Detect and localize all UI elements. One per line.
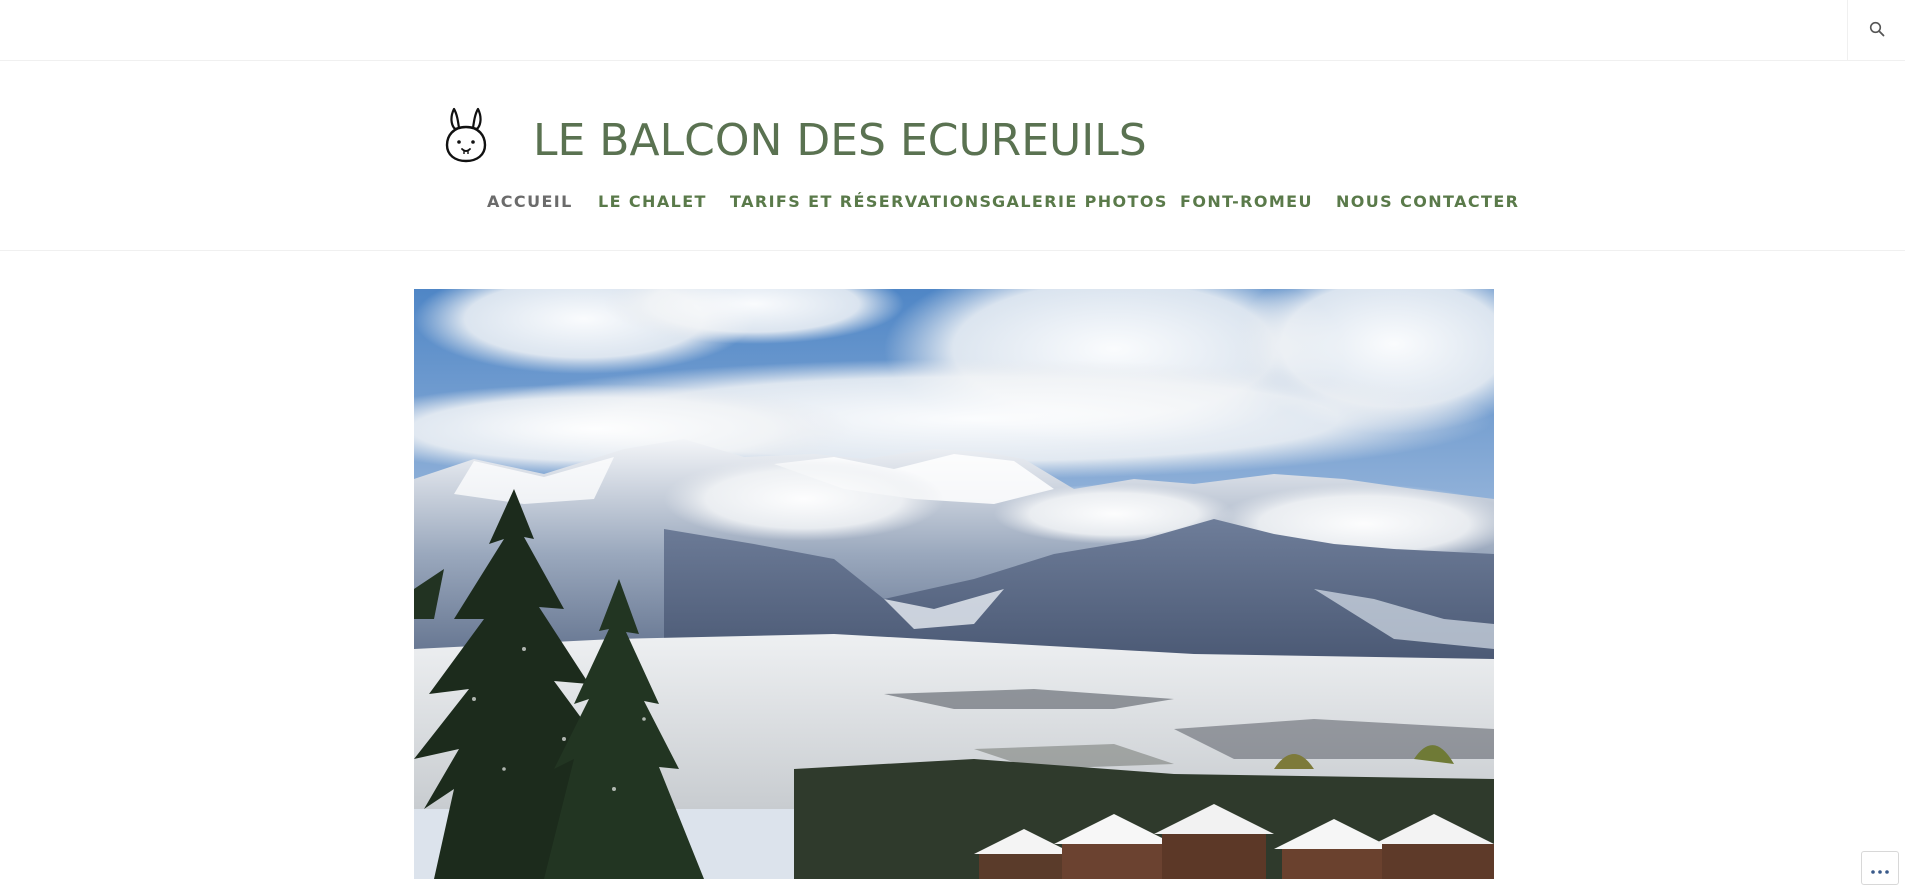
ellipsis-icon (1871, 859, 1889, 878)
top-bar (0, 0, 1905, 61)
nav-item-le-chalet[interactable]: LE CHALET (598, 187, 707, 217)
search-button[interactable] (1847, 0, 1905, 61)
nav-item-tarifs-et-reservations[interactable]: TARIFS ET RÉSERVATIONS (730, 187, 992, 217)
hero-image (414, 289, 1494, 879)
site-header: LE BALCON DES ECUREUILS ACCUEIL LE CHALE… (0, 61, 1905, 251)
nav-item-accueil[interactable]: ACCUEIL (487, 187, 573, 217)
nav-item-galerie-photos[interactable]: GALERIE PHOTOS (992, 187, 1168, 217)
site-title[interactable]: LE BALCON DES ECUREUILS (533, 113, 1147, 169)
nav-item-font-romeu[interactable]: FONT-ROMEU (1180, 187, 1313, 217)
rabbit-logo-icon (440, 107, 492, 167)
site-logo[interactable] (440, 105, 492, 163)
snowy-mountains-pine-tree-photo (414, 289, 1494, 879)
more-actions-button[interactable] (1861, 851, 1899, 885)
nav-item-nous-contacter[interactable]: NOUS CONTACTER (1336, 187, 1519, 217)
main-navigation: ACCUEIL LE CHALET TARIFS ET RÉSERVATIONS… (0, 187, 1905, 217)
search-icon (1869, 21, 1885, 41)
